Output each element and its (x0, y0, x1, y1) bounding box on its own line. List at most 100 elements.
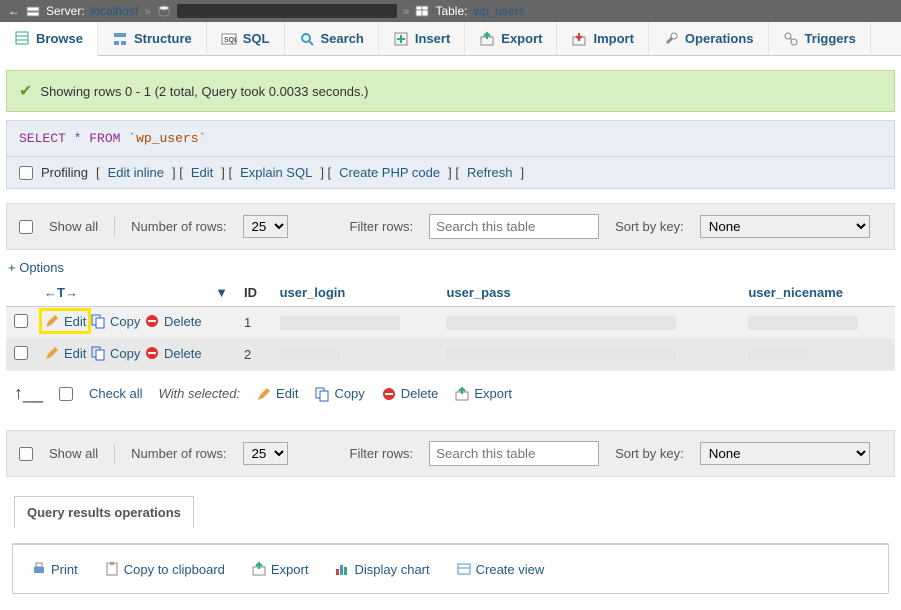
clipboard-icon (104, 561, 120, 577)
tab-triggers[interactable]: Triggers (769, 22, 871, 55)
chart-icon (334, 561, 350, 577)
search-icon (299, 31, 315, 47)
rows-select[interactable]: 25 (243, 442, 288, 465)
edit-button[interactable]: Edit (44, 313, 86, 329)
col-user-login[interactable]: user_login (272, 279, 439, 307)
structure-icon (112, 31, 128, 47)
triggers-icon (783, 31, 799, 47)
print-button[interactable]: Print (31, 561, 78, 577)
tab-operations[interactable]: Operations (649, 22, 769, 55)
col-id[interactable]: ID (236, 279, 272, 307)
export-button[interactable]: Export (251, 561, 309, 577)
success-message: ✔ Showing rows 0 - 1 (2 total, Query too… (6, 70, 895, 112)
tab-label: Operations (685, 31, 754, 46)
tab-label: Export (501, 31, 542, 46)
export-icon (454, 386, 470, 402)
controls-bottom: Show all Number of rows: 25 Filter rows:… (6, 430, 895, 477)
export-icon (479, 31, 495, 47)
rows-label: Number of rows: (131, 219, 226, 234)
query-box: SELECT * FROM `wp_users` (6, 120, 895, 157)
database-icon (157, 5, 171, 17)
delete-icon (144, 313, 160, 329)
delete-button[interactable]: Delete (144, 345, 202, 361)
cell-id: 2 (236, 339, 272, 371)
link-edit[interactable]: Edit (191, 165, 213, 180)
delete-button[interactable]: Delete (144, 313, 202, 329)
svg-text:SQL: SQL (224, 37, 237, 44)
view-icon (456, 561, 472, 577)
filter-label: Filter rows: (350, 219, 414, 234)
table-icon (415, 5, 429, 17)
sort-select[interactable]: None (700, 442, 870, 465)
row-checkbox[interactable] (14, 314, 28, 328)
copy-button[interactable]: Copy (90, 313, 140, 329)
bulk-delete[interactable]: Delete (381, 386, 439, 402)
database-name-masked (177, 4, 397, 18)
row-checkbox[interactable] (14, 346, 28, 360)
table-label: Table: (435, 4, 467, 18)
browse-icon (14, 30, 30, 46)
cell-blurred (748, 316, 858, 330)
bulk-copy[interactable]: Copy (314, 386, 364, 402)
link-edit-inline[interactable]: Edit inline (108, 165, 164, 180)
tab-sql[interactable]: SQLSQL (207, 22, 285, 55)
check-all-checkbox[interactable] (59, 387, 73, 401)
options-toggle[interactable]: + Options (8, 260, 895, 275)
clipboard-button[interactable]: Copy to clipboard (104, 561, 225, 577)
cell-blurred (446, 316, 676, 330)
chart-button[interactable]: Display chart (334, 561, 429, 577)
kw-from: FROM (89, 131, 120, 146)
table-link[interactable]: wp_users (473, 4, 524, 18)
cell-blurred (446, 348, 676, 362)
rows-label: Number of rows: (131, 446, 226, 461)
tab-label: Structure (134, 31, 192, 46)
tab-export[interactable]: Export (465, 22, 557, 55)
with-selected-label: With selected: (159, 386, 241, 401)
show-all-label: Show all (49, 446, 98, 461)
edit-button[interactable]: Edit (44, 345, 86, 361)
import-icon (571, 31, 587, 47)
col-user-nicename[interactable]: user_nicename (740, 279, 895, 307)
profiling-checkbox[interactable] (19, 166, 33, 180)
arrow-up-icon: ↑__ (14, 383, 43, 404)
filter-input[interactable] (429, 441, 599, 466)
link-explain[interactable]: Explain SQL (240, 165, 312, 180)
col-user-pass[interactable]: user_pass (438, 279, 740, 307)
cell-blurred (280, 348, 340, 362)
export-icon (251, 561, 267, 577)
sort-label: Sort by key: (615, 219, 684, 234)
query-table: `wp_users` (128, 131, 206, 146)
tab-insert[interactable]: Insert (379, 22, 465, 55)
profiling-label: Profiling (41, 165, 88, 180)
server-link[interactable]: localhost (91, 4, 138, 18)
filter-label: Filter rows: (350, 446, 414, 461)
tab-search[interactable]: Search (285, 22, 379, 55)
cell-blurred (280, 316, 400, 330)
kw-select: SELECT (19, 131, 66, 146)
show-all-checkbox[interactable] (19, 447, 33, 461)
server-label: Server: (46, 4, 85, 18)
bulk-export[interactable]: Export (454, 386, 512, 402)
check-icon: ✔ (19, 81, 32, 101)
tab-label: Search (321, 31, 364, 46)
tab-label: Import (593, 31, 633, 46)
view-button[interactable]: Create view (456, 561, 545, 577)
left-arrow-icon[interactable]: ← (8, 4, 20, 18)
sort-select[interactable]: None (700, 215, 870, 238)
check-all-link[interactable]: Check all (89, 386, 142, 401)
controls-top: Show all Number of rows: 25 Filter rows:… (6, 203, 895, 250)
show-all-checkbox[interactable] (19, 220, 33, 234)
bulk-edit[interactable]: Edit (256, 386, 298, 402)
tab-structure[interactable]: Structure (98, 22, 207, 55)
tab-browse[interactable]: Browse (0, 22, 98, 56)
pencil-icon (256, 386, 272, 402)
sql-icon: SQL (221, 31, 237, 47)
operations-icon (663, 31, 679, 47)
link-php[interactable]: Create PHP code (339, 165, 440, 180)
cell-blurred (748, 348, 808, 362)
copy-button[interactable]: Copy (90, 345, 140, 361)
tab-import[interactable]: Import (557, 22, 648, 55)
link-refresh[interactable]: Refresh (467, 165, 513, 180)
filter-input[interactable] (429, 214, 599, 239)
rows-select[interactable]: 25 (243, 215, 288, 238)
